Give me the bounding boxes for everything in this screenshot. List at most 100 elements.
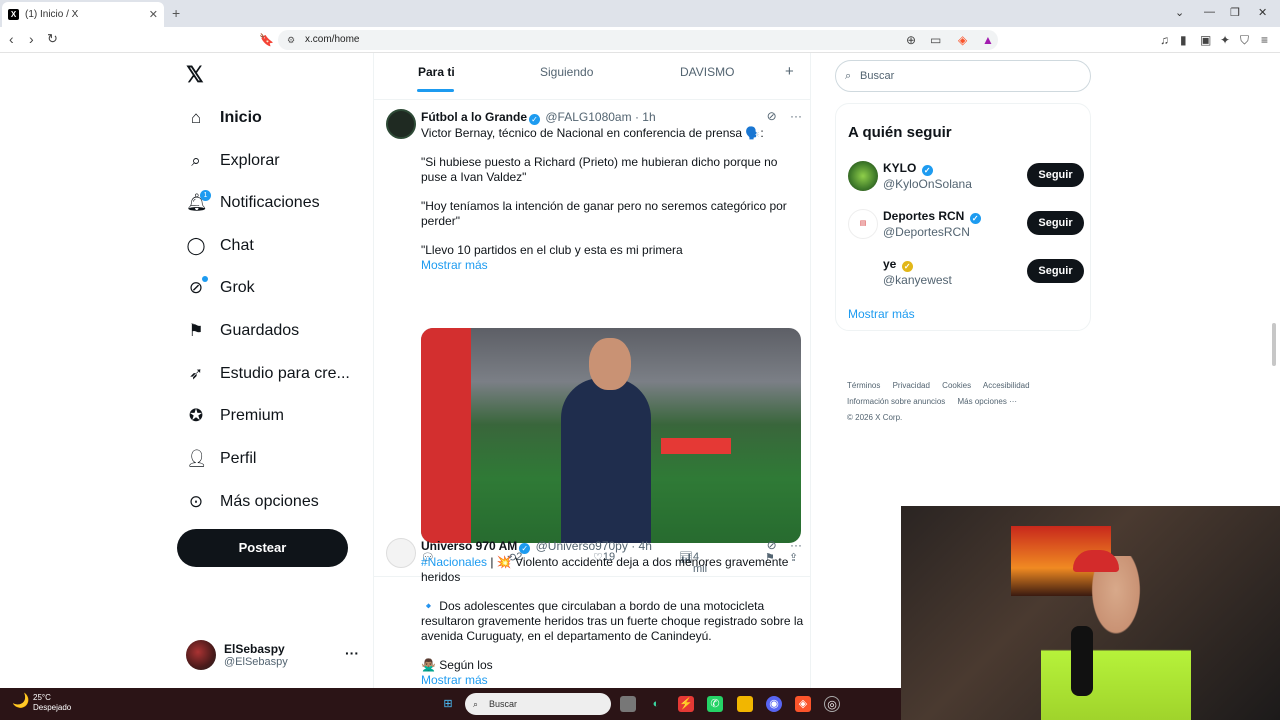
tab-list-icon[interactable]: ⌄ (1175, 6, 1184, 19)
search-icon: ⌕ (191, 151, 201, 170)
show-more-link[interactable]: Mostrar más (848, 307, 915, 321)
suggestion-name[interactable]: ye ✓ (883, 257, 915, 272)
discord-icon[interactable]: ◉ (766, 696, 782, 712)
close-tab-icon[interactable]: ✕ (149, 8, 158, 21)
windows-start-icon[interactable]: ⊞ (440, 696, 456, 712)
nav-item-premium[interactable]: ✪ Premium (186, 401, 284, 431)
vpn-icon[interactable]: ⛉ (1240, 33, 1249, 48)
more-icon[interactable]: ··· (790, 538, 802, 552)
account-switcher[interactable]: ElSebaspy @ElSebaspy (186, 640, 288, 670)
author-handle[interactable]: @FALG1080am (545, 110, 631, 124)
back-icon[interactable]: ‹ (9, 31, 14, 47)
zoom-icon[interactable]: ⊕ (906, 33, 916, 47)
browser-tab[interactable]: X (1) Inicio / X ✕ (2, 2, 164, 27)
close-window-icon[interactable]: ✕ (1258, 6, 1267, 19)
verified-icon: ✓ (529, 114, 541, 125)
edge-icon[interactable]: ◐ (648, 696, 664, 712)
nav-item-profile[interactable]: 👤︎ Perfil (186, 444, 256, 474)
avatar[interactable] (848, 257, 878, 287)
tweet[interactable]: Universo 970 AM ✓ @Universo970py · 4h ⊘ ·… (374, 530, 810, 688)
tweet[interactable]: Fútbol a lo Grande ✓ @FALG1080am · 1h ⊘ ·… (374, 101, 810, 577)
search-input[interactable]: ⌕ Buscar (835, 60, 1091, 92)
avatar[interactable] (386, 109, 416, 139)
obs-icon[interactable]: ◎ (824, 696, 840, 712)
url-field[interactable]: ⚙ x.com/home (278, 30, 998, 50)
avatar[interactable] (386, 538, 416, 568)
x-logo-icon[interactable]: 𝕏 (186, 62, 204, 88)
wallet-icon[interactable]: ▣ (1200, 33, 1211, 47)
maximize-icon[interactable]: ❐ (1230, 6, 1240, 19)
author-handle[interactable]: @Universo970py (536, 539, 628, 553)
file-explorer-icon[interactable] (737, 696, 753, 712)
suggestion-row[interactable]: ▤ Deportes RCN ✓ @DeportesRCN Seguir (848, 207, 1084, 241)
more-icon[interactable]: ··· (790, 109, 802, 123)
show-more-link[interactable]: Mostrar más (421, 673, 806, 688)
author-name[interactable]: Universo 970 AM (421, 539, 517, 553)
suggestion-row[interactable]: KYLO ✓ @KyloOnSolana Seguir (848, 159, 1084, 193)
tweet-time[interactable]: 4h (639, 539, 652, 553)
follow-button[interactable]: Seguir (1027, 259, 1084, 283)
cast-icon[interactable]: ▭ (930, 33, 941, 47)
minimize-icon[interactable]: — (1204, 6, 1215, 18)
tab-following[interactable]: Siguiendo (540, 65, 593, 79)
avatar[interactable]: ▤ (848, 209, 878, 239)
menu-icon[interactable]: ≡ (1261, 33, 1268, 47)
task-view-icon[interactable] (620, 696, 636, 712)
follow-button[interactable]: Seguir (1027, 163, 1084, 187)
nav-item-explore[interactable]: ⌕ Explorar (186, 146, 279, 176)
author-name[interactable]: Fútbol a lo Grande (421, 110, 527, 124)
bookmark-page-icon[interactable]: 🔖 (259, 33, 274, 47)
site-info-icon[interactable]: ⚙ (287, 30, 295, 50)
grok-icon[interactable]: ⊘ (767, 538, 777, 552)
footer-link[interactable]: Privacidad (893, 381, 930, 390)
brave-icon[interactable]: ◈ (795, 696, 811, 712)
whatsapp-icon[interactable]: ✆ (707, 696, 723, 712)
nav-label: Estudio para cre... (220, 365, 350, 382)
sidebar-icon[interactable]: ▮ (1180, 33, 1187, 47)
follow-button[interactable]: Seguir (1027, 211, 1084, 235)
nav-item-notifications[interactable]: 🔔︎ 1 Notificaciones (186, 188, 320, 218)
reload-icon[interactable]: ↻ (47, 31, 58, 47)
nav-item-creator-studio[interactable]: ➶ Estudio para cre... (186, 359, 350, 389)
hashtag-link[interactable]: #Nacionales (421, 555, 487, 569)
user-icon: 👤︎ (186, 449, 208, 468)
taskbar-search[interactable]: ⌕ Buscar (465, 693, 611, 715)
suggestion-handle[interactable]: @DeportesRCN (883, 225, 970, 239)
nav-item-bookmarks[interactable]: ⚑ Guardados (186, 316, 299, 346)
suggestion-handle[interactable]: @kanyewest (883, 273, 952, 287)
nav-item-grok[interactable]: ⊘ Grok (186, 273, 255, 303)
nav-item-more[interactable]: ⊙ Más opciones (186, 487, 319, 517)
footer-link[interactable]: Cookies (942, 381, 971, 390)
post-button[interactable]: Postear (177, 529, 348, 567)
footer-link[interactable]: Información sobre anuncios (847, 397, 945, 406)
account-more-icon[interactable]: ··· (345, 645, 359, 661)
nav-item-chat[interactable]: ◯ Chat (186, 231, 253, 261)
suggestion-row[interactable]: ye ✓ @kanyewest Seguir (848, 255, 1084, 289)
panel-title: A quién seguir (848, 124, 952, 141)
brave-shield-icon[interactable]: ◈ (958, 33, 967, 47)
tab-davismo[interactable]: DAVISMO (680, 65, 734, 79)
add-tab-icon[interactable]: + (785, 63, 794, 80)
tweet-time[interactable]: 1h (642, 110, 655, 124)
page-scrollbar[interactable] (1272, 323, 1276, 366)
music-icon[interactable]: ♫ (1160, 33, 1169, 47)
show-more-link[interactable]: Mostrar más (421, 258, 806, 273)
footer-link[interactable]: Accesibilidad (983, 381, 1030, 390)
footer-link[interactable]: Términos (847, 381, 880, 390)
nav-item-home[interactable]: ⌂ Inicio (186, 103, 262, 133)
gold-verified-icon: ✓ (901, 261, 913, 272)
suggestion-name[interactable]: Deportes RCN ✓ (883, 209, 983, 224)
forward-icon[interactable]: › (29, 31, 34, 47)
new-tab-icon[interactable]: + (172, 5, 180, 21)
rewards-icon[interactable]: ▲ (982, 33, 994, 47)
tab-for-you[interactable]: Para ti (418, 65, 455, 79)
app-icon[interactable]: ⚡ (678, 696, 694, 712)
leo-icon[interactable]: ✦ (1220, 33, 1230, 47)
avatar[interactable] (848, 161, 878, 191)
suggestion-name[interactable]: KYLO ✓ (883, 161, 935, 176)
footer-link[interactable]: Más opciones ··· (958, 397, 1018, 406)
weather-widget[interactable]: 🌙 25°C Despejado (12, 693, 71, 713)
grok-icon[interactable]: ⊘ (767, 109, 777, 123)
tweet-image[interactable] (421, 328, 801, 543)
suggestion-handle[interactable]: @KyloOnSolana (883, 177, 972, 191)
